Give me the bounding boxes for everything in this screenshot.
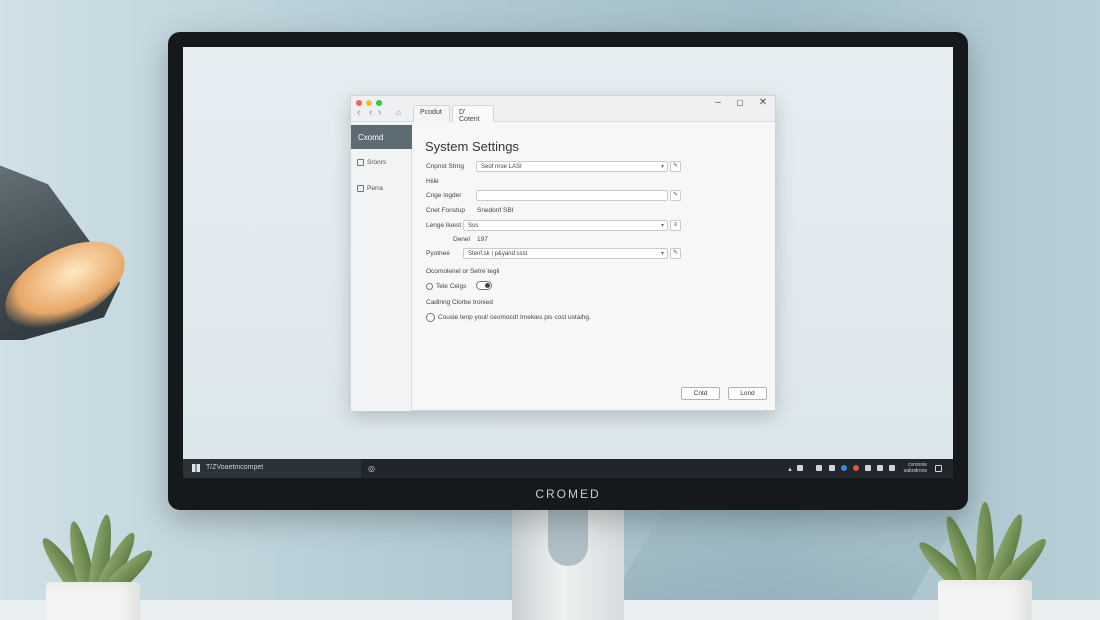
windows-logo-icon[interactable] <box>192 464 200 472</box>
app-icon[interactable]: ◎ <box>368 465 375 473</box>
monitor-stand-cutout <box>548 508 588 566</box>
notification-icon[interactable] <box>935 465 942 472</box>
chevron-down-icon: ▾ <box>660 251 664 257</box>
network-icon[interactable] <box>797 465 803 471</box>
sidebar-item-perra[interactable]: Perra <box>357 185 383 192</box>
close-icon[interactable]: ✕ <box>757 97 769 108</box>
volume-icon[interactable] <box>877 465 883 471</box>
battery-icon[interactable] <box>889 465 895 471</box>
settings-window: ‹ ‹ › ⌂ Pcodut D' Cotent – ▢ ✕ Cxomd Sro… <box>350 95 776 411</box>
tab-product[interactable]: Pcodut <box>413 105 450 122</box>
section-label: Ocomolenel or Setre tegli <box>426 268 500 275</box>
taskbar-search[interactable]: T/ZVoaetmcompet <box>183 459 361 478</box>
field-label: Cnet Fonstup <box>426 207 466 214</box>
field-label: Pyotnee <box>426 250 450 257</box>
radio-button[interactable] <box>426 283 433 290</box>
edit-icon[interactable]: ≡ <box>670 220 681 231</box>
close-dot[interactable] <box>356 100 362 106</box>
field-label: Cnpnst Strng <box>426 163 464 170</box>
radio-label: Tele Ceigs <box>436 283 467 290</box>
chevron-down-icon: ▾ <box>660 164 664 170</box>
app-red-icon[interactable] <box>853 465 859 471</box>
select-value: Stenf.sk | p&yand ssst <box>468 251 528 257</box>
taskbar-clock[interactable]: cvronnie sabodroos <box>901 462 927 474</box>
home-icon[interactable]: ⌂ <box>396 108 401 118</box>
tab-label: D' Cotent <box>459 109 480 123</box>
tab-label: Pcodut <box>420 109 442 116</box>
page-title: System Settings <box>425 139 519 154</box>
select-field-4[interactable]: Sos ▾ <box>463 220 668 231</box>
cancel-button[interactable]: Cntd <box>681 387 720 400</box>
chevron-down-icon: ▾ <box>660 223 664 229</box>
sidebar-item-label: Sronrs <box>367 159 387 167</box>
edit-icon[interactable]: ✎ <box>670 248 681 259</box>
plant-left <box>36 508 158 620</box>
desk-lamp <box>0 150 139 347</box>
section-label: Hiile <box>426 178 439 185</box>
select-value: Seof nroe LASI <box>481 164 522 170</box>
document-icon <box>357 185 364 192</box>
sidebar-item-screens[interactable]: Sronrs <box>357 159 386 166</box>
tray-icon[interactable] <box>816 465 822 471</box>
edit-icon[interactable]: ✎ <box>670 190 681 201</box>
taskbar: T/ZVoaetmcompet ◎ ▲ cvronnie sabodroos <box>183 459 953 478</box>
forward-arrow-icon[interactable]: › <box>378 108 381 118</box>
minimize-icon[interactable]: – <box>712 97 724 108</box>
minimize-dot[interactable] <box>366 100 372 106</box>
taskbar-search-text: T/ZVoaetmcompet <box>206 464 264 471</box>
sidebar-item-label: Perra <box>367 185 383 193</box>
select-value: Sos <box>468 223 479 229</box>
forward-arrow-icon[interactable]: ‹ <box>369 108 372 118</box>
settings-content: System Settings Cnpnst Strng Seof nroe L… <box>413 123 775 411</box>
section-label: Cadlnng Clorbe tronied <box>426 299 493 306</box>
toggle-switch[interactable] <box>476 281 492 290</box>
checkbox-label: Cousle tenp youl/ ceomocd! Imekies pis c… <box>438 314 591 321</box>
sidebar-item-label: Cxomd <box>358 133 384 142</box>
toggle-knob <box>485 283 490 288</box>
sidebar-item-active[interactable]: Cxomd <box>351 125 412 149</box>
chevron-up-icon[interactable]: ▲ <box>787 466 793 474</box>
select-field-1[interactable]: Seof nroe LASI ▾ <box>476 161 668 172</box>
clock-line: sabodroos <box>903 468 927 474</box>
tab-content[interactable]: D' Cotent <box>452 105 494 123</box>
field-value-static: 197 <box>477 236 488 243</box>
monitor: ‹ ‹ › ⌂ Pcodut D' Cotent – ▢ ✕ Cxomd Sro… <box>168 32 968 510</box>
sidebar: Cxomd Sronrs Perra <box>351 123 412 411</box>
back-arrow-icon[interactable]: ‹ <box>357 108 360 118</box>
select-field-6[interactable]: Stenf.sk | p&yand ssst ▾ <box>463 248 668 259</box>
plant-right <box>913 496 1052 620</box>
field-label: Lenge lluest <box>426 222 462 229</box>
plant-pot <box>46 582 140 620</box>
monitor-icon <box>357 159 364 166</box>
edit-icon[interactable]: ✎ <box>670 161 681 172</box>
text-field-2[interactable] <box>476 190 668 201</box>
screen: ‹ ‹ › ⌂ Pcodut D' Cotent – ▢ ✕ Cxomd Sro… <box>183 47 953 478</box>
plant-pot <box>938 580 1032 620</box>
zoom-dot[interactable] <box>376 100 382 106</box>
maximize-icon[interactable]: ▢ <box>734 98 746 107</box>
monitor-brand-logo: CROMED <box>535 487 601 501</box>
option-checkbox[interactable] <box>426 313 435 322</box>
field-label: Cnge logder <box>426 192 462 199</box>
tray-icon[interactable] <box>829 465 835 471</box>
field-label: Denel <box>453 236 470 243</box>
browser-icon[interactable] <box>841 465 847 471</box>
field-value-static: Snedonf SBI <box>477 207 514 214</box>
tray-icon[interactable] <box>865 465 871 471</box>
title-bar: ‹ ‹ › ⌂ Pcodut D' Cotent – ▢ ✕ <box>351 96 775 123</box>
ok-button[interactable]: Lond <box>728 387 767 400</box>
